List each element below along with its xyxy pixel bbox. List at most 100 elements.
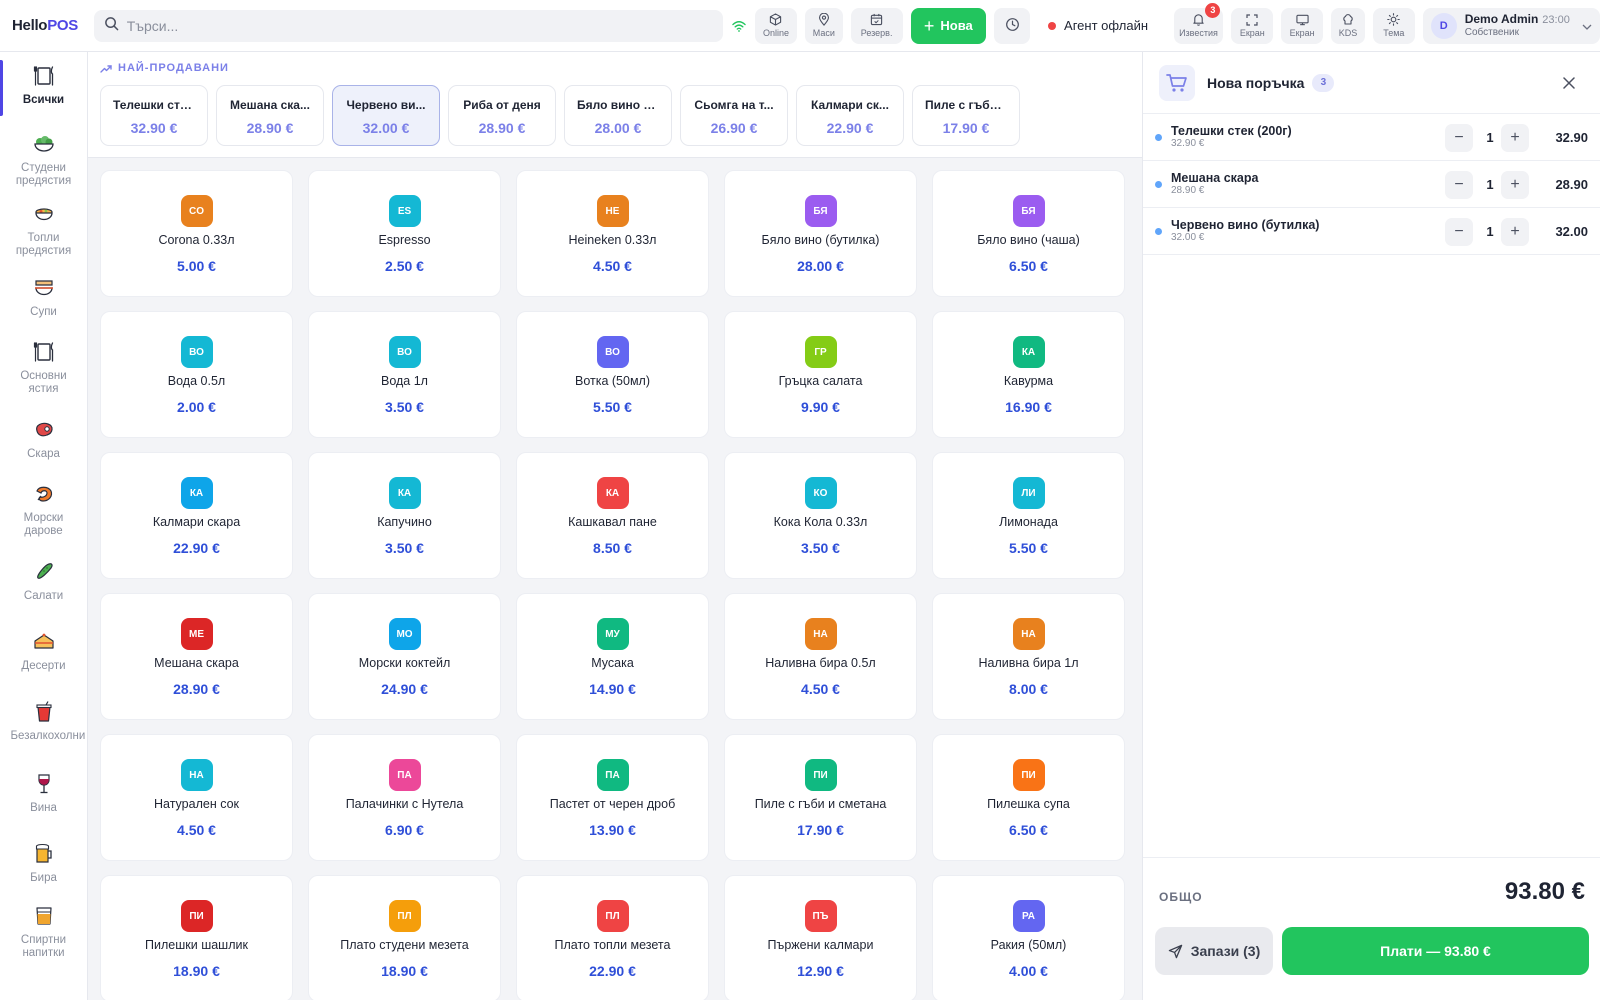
product-badge: ПА — [596, 759, 629, 791]
avatar: D — [1430, 12, 1457, 39]
kds-button[interactable]: KDS — [1331, 7, 1365, 44]
product-card[interactable]: ПИ Пилешки шашлик 18.90 € — [100, 875, 293, 1000]
save-order-button[interactable]: Запази (3) — [1155, 927, 1273, 975]
sidebar-item-11[interactable]: Бира — [0, 842, 87, 885]
increase-qty-button[interactable]: + — [1501, 218, 1529, 246]
decrease-qty-button[interactable]: − — [1445, 171, 1473, 199]
sidebar-item-1[interactable]: Студени предястия — [0, 132, 87, 188]
display-button[interactable]: Екран — [1281, 7, 1324, 44]
sidebar-item-label: Спиртни напитки — [20, 934, 67, 959]
app-logo[interactable]: HelloPOS — [12, 17, 80, 34]
new-order-button[interactable]: + Нова — [910, 7, 987, 44]
product-price: 5.00 € — [177, 258, 216, 274]
sidebar-item-6[interactable]: Морски дарове — [0, 482, 87, 538]
product-card[interactable]: ГР Гръцка салата 9.90 € — [724, 311, 917, 438]
increase-qty-button[interactable]: + — [1501, 124, 1529, 152]
search-input[interactable] — [126, 17, 687, 34]
sidebar-item-9[interactable]: Безалкохолни — [0, 700, 87, 743]
tables-label: Маси — [812, 28, 835, 38]
bestseller-name: Бяло вино (б... — [577, 98, 665, 112]
product-card[interactable]: КА Кавурма 16.90 € — [932, 311, 1125, 438]
product-badge: ВО — [596, 336, 629, 368]
bestseller-card[interactable]: Калмари ск... 22.90 € — [796, 85, 904, 146]
bestseller-card[interactable]: Червено ви... 32.00 € — [332, 85, 440, 146]
sidebar-item-7[interactable]: Салати — [0, 560, 87, 603]
product-card[interactable]: ПЪ Пържени калмари 12.90 € — [724, 875, 917, 1000]
product-badge: ПЪ — [804, 900, 837, 932]
product-price: 6.50 € — [1009, 822, 1048, 838]
product-price: 4.00 € — [1009, 963, 1048, 979]
sidebar-item-0[interactable]: Всички — [0, 64, 87, 107]
bestseller-card[interactable]: Мешана ска... 28.90 € — [216, 85, 324, 146]
theme-button[interactable]: Тема — [1372, 7, 1415, 44]
salad-bowl-icon — [32, 132, 56, 156]
product-name: Вода 0.5л — [167, 374, 226, 388]
bestseller-name: Пиле с гъби ... — [925, 98, 1011, 112]
save-order-label: Запази (3) — [1190, 943, 1261, 959]
sidebar-item-4[interactable]: Основни ястия — [0, 340, 87, 396]
product-card[interactable]: РА Ракия (50мл) 4.00 € — [932, 875, 1125, 1000]
pay-button[interactable]: Плати — 93.80 € — [1282, 927, 1589, 975]
product-name: Натурален сок — [153, 797, 240, 811]
product-price: 8.50 € — [593, 540, 632, 556]
product-card[interactable]: НА Наливна бира 1л 8.00 € — [932, 593, 1125, 720]
reservations-button[interactable]: Резерв. — [850, 7, 903, 44]
product-badge: CO — [180, 195, 213, 227]
increase-qty-button[interactable]: + — [1501, 171, 1529, 199]
sidebar-item-5[interactable]: Скара — [0, 418, 87, 461]
product-card[interactable]: КА Кашкавал пане 8.50 € — [516, 452, 709, 579]
bestseller-card[interactable]: Бяло вино (б... 28.00 € — [564, 85, 672, 146]
bestseller-card[interactable]: Телешки сте... 32.90 € — [100, 85, 208, 146]
product-card[interactable]: БЯ Бяло вино (бутилка) 28.00 € — [724, 170, 917, 297]
product-card[interactable]: ЛИ Лимонада 5.50 € — [932, 452, 1125, 579]
product-card[interactable]: МУ Мусака 14.90 € — [516, 593, 709, 720]
trending-up-icon — [100, 64, 112, 73]
bestseller-card[interactable]: Риба от деня 28.90 € — [448, 85, 556, 146]
product-name: Калмари скара — [152, 515, 241, 529]
sidebar-item-2[interactable]: Топли предястия — [0, 202, 87, 258]
history-button[interactable] — [994, 7, 1031, 44]
product-card[interactable]: НА Наливна бира 0.5л 4.50 € — [724, 593, 917, 720]
plus-icon: + — [1510, 223, 1520, 240]
product-card[interactable]: ПИ Пилешка супа 6.50 € — [932, 734, 1125, 861]
product-badge: КА — [180, 477, 213, 509]
product-card[interactable]: ПИ Пиле с гъби и сметана 17.90 € — [724, 734, 917, 861]
product-card[interactable]: КА Капучино 3.50 € — [308, 452, 501, 579]
bestseller-card[interactable]: Сьомга на т... 26.90 € — [680, 85, 788, 146]
product-card[interactable]: ES Espresso 2.50 € — [308, 170, 501, 297]
product-card[interactable]: КА Калмари скара 22.90 € — [100, 452, 293, 579]
product-name: Пържени калмари — [767, 938, 874, 952]
product-card[interactable]: КО Кока Кола 0.33л 3.50 € — [724, 452, 917, 579]
bestseller-card[interactable]: Пиле с гъби ... 17.90 € — [912, 85, 1020, 146]
product-card[interactable]: ПЛ Плато студени мезета 18.90 € — [308, 875, 501, 1000]
agent-status: Агент офлайн — [1048, 18, 1158, 33]
fullscreen-button[interactable]: Екран — [1231, 7, 1274, 44]
product-card[interactable]: МО Морски коктейл 24.90 € — [308, 593, 501, 720]
product-card[interactable]: МЕ Мешана скара 28.90 € — [100, 593, 293, 720]
close-icon[interactable] — [1560, 74, 1578, 92]
product-card[interactable]: ВО Вотка (50мл) 5.50 € — [516, 311, 709, 438]
product-card[interactable]: НА Натурален сок 4.50 € — [100, 734, 293, 861]
sidebar-item-12[interactable]: Спиртни напитки — [0, 904, 87, 960]
user-menu[interactable]: D Demo Admin 23:00 Собственик — [1422, 7, 1600, 44]
notifications-button[interactable]: Известия 3 — [1173, 2, 1224, 44]
product-card[interactable]: ПА Пастет от черен дроб 13.90 € — [516, 734, 709, 861]
product-card[interactable]: ПЛ Плато топли мезета 22.90 € — [516, 875, 709, 1000]
decrease-qty-button[interactable]: − — [1445, 124, 1473, 152]
product-price: 18.90 € — [173, 963, 220, 979]
product-card[interactable]: ПА Палачинки с Нутела 6.90 € — [308, 734, 501, 861]
product-card[interactable]: ВО Вода 0.5л 2.00 € — [100, 311, 293, 438]
tables-button[interactable]: Маси — [804, 7, 843, 44]
online-button[interactable]: Online — [755, 7, 797, 44]
search-box[interactable] — [93, 9, 724, 42]
product-card[interactable]: ВО Вода 1л 3.50 € — [308, 311, 501, 438]
product-price: 3.50 € — [385, 540, 424, 556]
sidebar-item-3[interactable]: Супи — [0, 276, 87, 319]
order-line-qty: 1 — [1486, 224, 1494, 239]
decrease-qty-button[interactable]: − — [1445, 218, 1473, 246]
sidebar-item-8[interactable]: Десерти — [0, 630, 87, 673]
product-card[interactable]: БЯ Бяло вино (чаша) 6.50 € — [932, 170, 1125, 297]
sidebar-item-10[interactable]: Вина — [0, 772, 87, 815]
product-card[interactable]: CO Corona 0.33л 5.00 € — [100, 170, 293, 297]
product-card[interactable]: HE Heineken 0.33л 4.50 € — [516, 170, 709, 297]
